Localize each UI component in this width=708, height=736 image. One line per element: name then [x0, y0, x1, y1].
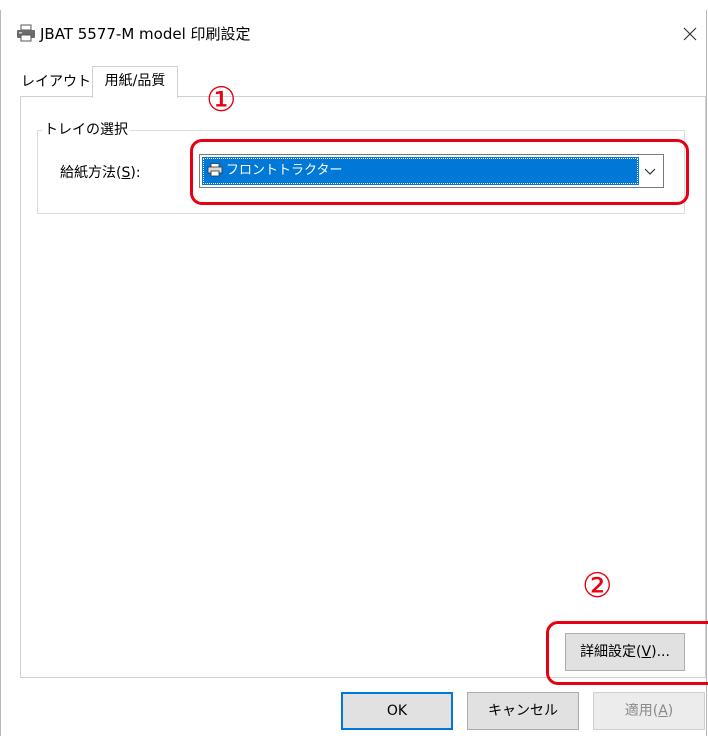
- paper-feed-label-prefix: 給紙方法(: [60, 165, 122, 181]
- window-title: JBAT 5577-M model 印刷設定: [40, 25, 251, 43]
- cancel-button[interactable]: キャンセル: [467, 692, 579, 730]
- apply-button[interactable]: 適用(A): [593, 692, 705, 730]
- apply-prefix: 適用(: [624, 703, 659, 719]
- paper-feed-label: 給紙方法(S):: [60, 163, 141, 183]
- printer-icon: [17, 24, 35, 42]
- callout-marker-2: ②: [582, 566, 613, 606]
- callout-marker-1: ①: [206, 80, 237, 120]
- apply-suffix: ): [667, 703, 674, 719]
- paper-feed-label-suffix: ):: [130, 165, 141, 181]
- advanced-settings-prefix: 詳細設定(: [580, 644, 642, 660]
- callout-highlight-1: [190, 139, 689, 205]
- window-left-edge: [0, 10, 1, 736]
- advanced-settings-button[interactable]: 詳細設定(V)...: [565, 633, 685, 671]
- tray-selection-legend: トレイの選択: [42, 120, 130, 140]
- ok-button[interactable]: OK: [341, 692, 453, 730]
- title-bar: JBAT 5577-M model 印刷設定: [0, 0, 708, 60]
- advanced-settings-suffix: )...: [651, 644, 670, 660]
- close-icon[interactable]: [678, 22, 702, 46]
- apply-accel: A: [658, 703, 668, 719]
- tab-paper-quality[interactable]: 用紙/品質: [92, 66, 178, 98]
- tab-layout[interactable]: レイアウト: [20, 68, 92, 96]
- advanced-settings-accel: V: [641, 644, 652, 660]
